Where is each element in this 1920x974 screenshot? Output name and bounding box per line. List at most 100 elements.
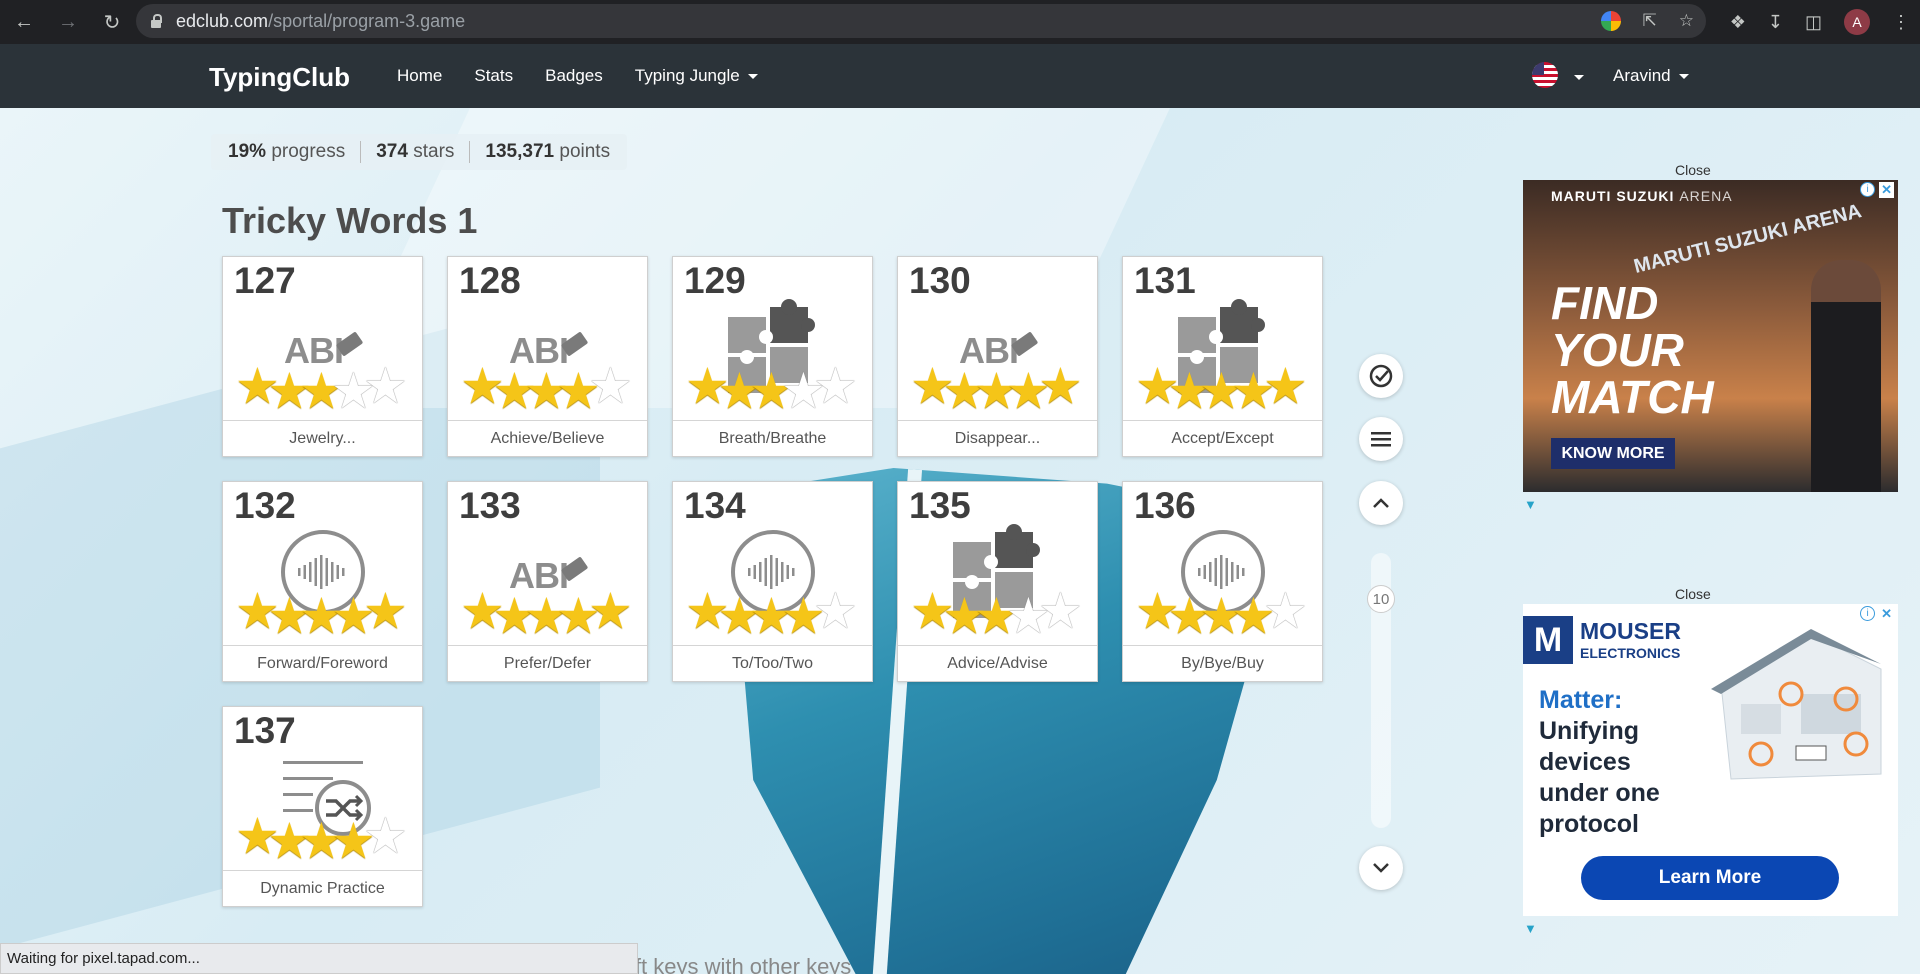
progress-label: progress: [271, 141, 346, 162]
empty-star-icon: ★: [363, 808, 408, 864]
browser-status-bar: Waiting for pixel.tapad.com...: [0, 943, 638, 974]
info-icon[interactable]: i: [1860, 606, 1876, 621]
points-count: 135,371: [485, 141, 555, 162]
ad-description-line: under one: [1539, 779, 1660, 807]
address-bar[interactable]: edclub.com/sportal/program-3.game ⇱ ☆: [136, 4, 1706, 38]
lesson-card[interactable]: 132 ★ ★ ★ ★ ★ Forward/Foreword: [222, 481, 423, 682]
adchoices[interactable]: i ✕: [1860, 606, 1894, 622]
back-icon[interactable]: ←: [4, 2, 44, 42]
browser-menu-icon[interactable]: ⋮: [1892, 12, 1910, 33]
side-panel-icon[interactable]: ◫: [1805, 12, 1822, 33]
chevron-down-icon[interactable]: [1574, 75, 1584, 80]
filled-star-icon: ★: [363, 583, 408, 639]
ad-feedback-icon[interactable]: ▼: [1524, 497, 1537, 512]
reload-icon[interactable]: ↻: [92, 2, 132, 42]
progress-percent: 19%: [228, 141, 267, 162]
filled-star-icon: ★: [1038, 358, 1083, 414]
empty-star-icon: ★: [813, 358, 858, 414]
us-flag-icon[interactable]: [1532, 62, 1558, 88]
star-rating: ★ ★ ★ ★ ★: [1135, 586, 1315, 641]
nav-badges[interactable]: Badges: [545, 66, 603, 86]
lesson-number: 134: [684, 485, 746, 526]
check-circle-icon[interactable]: [1359, 354, 1403, 398]
nav-home[interactable]: Home: [397, 66, 442, 86]
ad-headline-line: MATCH: [1551, 371, 1714, 423]
mouser-logo: M: [1523, 616, 1573, 664]
lesson-card[interactable]: 131 ★ ★ ★ ★ ★ Accept/Except: [1122, 256, 1323, 457]
share-icon[interactable]: ⇱: [1643, 11, 1657, 31]
adchoices[interactable]: i ✕: [1860, 182, 1894, 198]
user-menu[interactable]: Aravind: [1613, 66, 1689, 86]
ad-brand-strong: MARUTI SUZUKI: [1551, 188, 1675, 204]
maruti-suzuki-ad[interactable]: MARUTI SUZUKI ARENA MARUTI SUZUKI ARENA …: [1523, 180, 1898, 492]
ad-close-text[interactable]: Close: [1675, 586, 1711, 602]
ad-brand-line: MARUTI SUZUKI ARENA: [1551, 188, 1733, 204]
lesson-number: 133: [459, 485, 521, 526]
close-icon[interactable]: ✕: [1879, 606, 1894, 622]
lesson-number: 130: [909, 260, 971, 301]
empty-star-icon: ★: [813, 583, 858, 639]
url-host: edclub.com: [176, 10, 269, 31]
user-name: Aravind: [1613, 66, 1671, 85]
download-icon[interactable]: ↧: [1768, 12, 1783, 33]
nav-typing-jungle[interactable]: Typing Jungle: [635, 66, 758, 86]
stars-count: 374: [376, 141, 408, 162]
know-more-button[interactable]: KNOW MORE: [1551, 438, 1675, 469]
empty-star-icon: ★: [1038, 583, 1083, 639]
brand-logo[interactable]: TypingClub: [209, 62, 350, 93]
ad-feedback-icon[interactable]: ▼: [1524, 921, 1537, 936]
empty-star-icon: ★: [363, 358, 408, 414]
ad-description-line: devices: [1539, 748, 1631, 776]
lesson-number: 127: [234, 260, 296, 301]
lesson-card[interactable]: 128 ABI ★ ★ ★ ★ ★ Achieve/Believe: [447, 256, 648, 457]
forward-icon[interactable]: →: [48, 2, 88, 42]
empty-star-icon: ★: [588, 358, 633, 414]
nav-stats[interactable]: Stats: [474, 66, 513, 86]
lesson-number: 131: [1134, 260, 1196, 301]
menu-icon[interactable]: [1359, 417, 1403, 461]
lesson-title: Dynamic Practice: [223, 870, 422, 906]
google-icon[interactable]: [1600, 11, 1621, 31]
nav-typing-jungle-label: Typing Jungle: [634, 66, 740, 85]
lesson-number: 132: [234, 485, 296, 526]
scroll-down-icon[interactable]: [1359, 846, 1403, 890]
mouser-ad[interactable]: M MOUSER ELECTRONICS Matter: Unifying dev…: [1523, 604, 1898, 916]
lesson-card[interactable]: 136 ★ ★ ★ ★ ★ By/Bye/Buy: [1122, 481, 1323, 682]
lesson-number: 137: [234, 710, 296, 751]
lesson-card[interactable]: 135 ★ ★ ★ ★ ★ Advice/Advise: [897, 481, 1098, 682]
learn-more-button[interactable]: Learn More: [1581, 856, 1839, 900]
lesson-card[interactable]: 137 ★ ★ ★ ★ ★ Dynamic Practice: [222, 706, 423, 907]
profile-avatar[interactable]: A: [1844, 9, 1870, 35]
bookmark-star-icon[interactable]: ☆: [1679, 11, 1694, 31]
star-rating: ★ ★ ★ ★ ★: [460, 586, 640, 641]
filled-star-icon: ★: [1263, 358, 1308, 414]
lesson-title: Disappear...: [898, 420, 1097, 456]
mouser-brand-name: MOUSER: [1580, 618, 1681, 644]
smart-home-illustration: [1711, 629, 1891, 780]
scroll-up-icon[interactable]: [1359, 481, 1403, 525]
star-rating: ★ ★ ★ ★ ★: [685, 358, 865, 416]
close-icon[interactable]: ✕: [1879, 182, 1894, 198]
lesson-title: By/Bye/Buy: [1123, 645, 1322, 681]
ad-headline-line: FIND: [1551, 277, 1659, 329]
lesson-card[interactable]: 127 ABI ★ ★ ★ ★ ★ Jewelry...: [222, 256, 423, 457]
ad-model-image: [1811, 260, 1881, 492]
extensions-icon[interactable]: ❖: [1730, 12, 1746, 33]
ad-close-text[interactable]: Close: [1675, 162, 1711, 178]
lesson-card[interactable]: 133 ABI ★ ★ ★ ★ ★ Prefer/Defer: [447, 481, 648, 682]
level-scroll-thumb[interactable]: 10: [1367, 585, 1395, 613]
lesson-card[interactable]: 129 ★ ★ ★ ★ ★ Breath/Breathe: [672, 256, 873, 457]
lesson-title: Prefer/Defer: [448, 645, 647, 681]
star-rating: ★ ★ ★ ★ ★: [235, 358, 415, 416]
lesson-card[interactable]: 134 ★ ★ ★ ★ ★ To/Too/Two: [672, 481, 873, 682]
lesson-card[interactable]: 130 ABI ★ ★ ★ ★ ★ Disappear...: [897, 256, 1098, 457]
progress-summary: 19% progress 374 stars 135,371 points: [211, 134, 628, 170]
chevron-down-icon: [747, 74, 758, 80]
chevron-down-icon: [1678, 74, 1689, 80]
ad-description-line: Unifying: [1539, 717, 1639, 745]
lesson-title: Forward/Foreword: [223, 645, 422, 681]
ad-description-line: protocol: [1539, 810, 1639, 838]
ad-description: Unifying devices under one protocol: [1539, 716, 1660, 840]
info-icon[interactable]: i: [1860, 182, 1876, 197]
star-rating: ★ ★ ★ ★ ★: [235, 808, 415, 866]
